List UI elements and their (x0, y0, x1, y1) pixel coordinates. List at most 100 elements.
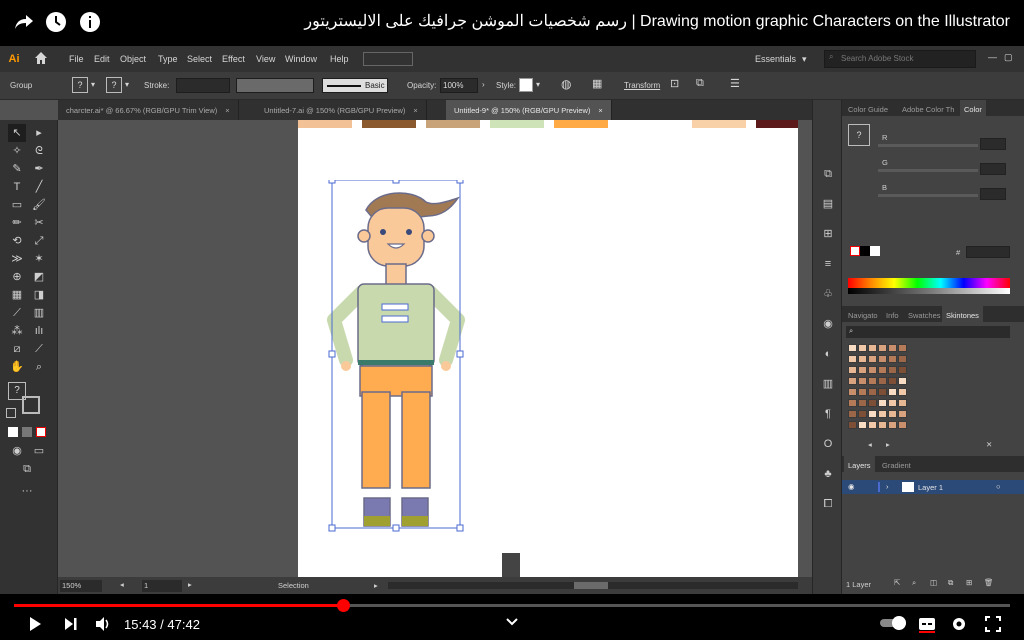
graph-tool-icon[interactable]: ▥ (30, 304, 48, 322)
paragraph-icon[interactable]: ▥ (820, 376, 836, 392)
properties-icon[interactable]: ⧉ (820, 166, 836, 182)
skintone-swatch[interactable] (868, 399, 877, 407)
pencil-tool-icon[interactable]: ✏ (8, 214, 26, 232)
default-colors-icon[interactable] (6, 408, 16, 418)
red-value[interactable] (980, 138, 1006, 150)
skintone-swatch[interactable] (888, 399, 897, 407)
tab-adobe-color-themes[interactable]: Adobe Color Th (898, 100, 958, 116)
panel-menu-icon[interactable]: ☰ (730, 77, 740, 90)
skintone-swatch[interactable] (848, 377, 857, 385)
skintone-swatch[interactable] (888, 355, 897, 363)
fill-swatch[interactable]: ? (72, 77, 88, 93)
skintone-swatch[interactable] (868, 410, 877, 418)
width-tool-icon[interactable]: ≫ (8, 250, 26, 268)
live-paint-tool-icon[interactable]: ◩ (30, 268, 48, 286)
gradient-mode-icon[interactable] (22, 427, 32, 437)
skintone-swatch[interactable] (888, 388, 897, 396)
close-icon[interactable]: × (225, 106, 229, 115)
scale-tool-icon[interactable]: ⤢ (30, 232, 48, 250)
skintone-swatch[interactable] (898, 344, 907, 352)
shape-builder-tool-icon[interactable]: ⊕ (8, 268, 26, 286)
next-icon[interactable] (62, 615, 80, 633)
line-tool-icon[interactable]: ╱ (30, 178, 48, 196)
skintone-swatch[interactable] (858, 399, 867, 407)
scissors-tool-icon[interactable]: ✂ (30, 214, 48, 232)
menu-edit[interactable]: Edit (94, 54, 110, 64)
skintone-swatch[interactable] (898, 388, 907, 396)
scrubber-handle[interactable] (337, 599, 350, 612)
opentype-icon[interactable]: O (820, 436, 836, 452)
green-slider[interactable] (878, 169, 978, 172)
swatch-search-field[interactable]: ⌕ (846, 326, 1010, 338)
new-sublayer-icon[interactable]: ⧉ (948, 578, 953, 588)
transform-icon[interactable]: ⊞ (820, 226, 836, 242)
skintone-swatch[interactable] (888, 366, 897, 374)
close-icon[interactable]: × (598, 106, 602, 115)
watch-later-icon[interactable] (44, 10, 68, 34)
none-mode-icon[interactable] (36, 427, 46, 437)
menu-view[interactable]: View (256, 54, 275, 64)
blue-value[interactable] (980, 188, 1006, 200)
change-screen-icon[interactable]: ⧉ (18, 460, 36, 478)
menu-help[interactable]: Help (330, 54, 349, 64)
menu-type[interactable]: Type (158, 54, 178, 64)
skintone-swatch[interactable] (848, 399, 857, 407)
selection-tool-icon[interactable]: ↖ (8, 124, 26, 142)
puppet-warp-tool-icon[interactable]: ✶ (30, 250, 48, 268)
skintone-swatch[interactable] (858, 388, 867, 396)
skintone-swatch[interactable] (868, 366, 877, 374)
tab-gradient[interactable]: Gradient (878, 456, 915, 472)
maximize-icon[interactable]: ▢ (1004, 52, 1013, 63)
skintone-swatch[interactable] (898, 366, 907, 374)
tab-swatches[interactable]: Swatches (904, 306, 945, 322)
home-icon[interactable] (34, 51, 48, 65)
rotate-tool-icon[interactable]: ⟲ (8, 232, 26, 250)
settings-icon[interactable] (950, 615, 968, 633)
play-icon[interactable] (26, 615, 44, 633)
tab-color-guide[interactable]: Color Guide (844, 100, 892, 116)
swatch-options-icon[interactable]: ✕ (986, 440, 992, 449)
character-illustration[interactable] (316, 180, 476, 577)
info-icon[interactable] (78, 10, 102, 34)
red-slider[interactable] (878, 144, 978, 147)
menu-window[interactable]: Window (285, 54, 317, 64)
skintone-swatch[interactable] (868, 388, 877, 396)
locate-object-icon[interactable]: ⌕ (912, 578, 916, 588)
chevron-right-icon[interactable]: ▸ (374, 581, 378, 590)
tab-navigator[interactable]: Navigato (844, 306, 882, 322)
tab-color[interactable]: Color (960, 100, 986, 116)
skintone-swatch[interactable] (878, 388, 887, 396)
skintone-swatch[interactable] (848, 344, 857, 352)
transform-link[interactable]: Transform (624, 81, 660, 90)
isolate-icon[interactable]: ⊡ (670, 77, 679, 90)
skintone-swatch[interactable] (848, 410, 857, 418)
character-icon[interactable]: ¶ (820, 406, 836, 422)
skintone-swatch[interactable] (868, 344, 877, 352)
magic-wand-tool-icon[interactable]: ✧ (8, 142, 26, 160)
workspace-switcher[interactable]: Essentials (755, 54, 796, 64)
skintone-swatch[interactable] (858, 366, 867, 374)
layer-row[interactable]: ◉ › Layer 1 ○ (842, 480, 1024, 494)
skintone-swatch[interactable] (848, 388, 857, 396)
tab-untitled-7[interactable]: Untitled-7.ai @ 150% (RGB/GPU Preview) × (256, 100, 427, 120)
artboard-nav-next-icon[interactable]: ▸ (188, 580, 192, 589)
libraries-icon[interactable]: ▤ (820, 196, 836, 212)
chevron-down-icon[interactable]: ▾ (536, 80, 540, 89)
stroke-weight-input[interactable] (176, 78, 230, 93)
menu-object[interactable]: Object (120, 54, 146, 64)
graphic-style-swatch[interactable] (519, 78, 533, 92)
canvas[interactable] (58, 120, 812, 577)
mesh-tool-icon[interactable]: ▦ (8, 286, 26, 304)
skintone-swatch[interactable] (888, 377, 897, 385)
scrollbar-thumb[interactable] (574, 582, 608, 589)
tab-layers[interactable]: Layers (844, 456, 875, 472)
color-spectrum[interactable] (848, 278, 1010, 294)
rectangle-tool-icon[interactable]: ▭ (8, 196, 26, 214)
chevron-down-icon[interactable]: ▾ (91, 80, 95, 89)
asset-export-icon[interactable]: ⧠ (820, 496, 836, 512)
chevron-right-icon[interactable]: › (886, 482, 889, 491)
tab-charcter[interactable]: charcter.ai* @ 66.67% (RGB/GPU Trim View… (58, 100, 239, 120)
zoom-tool-icon[interactable]: ⌕ (30, 358, 48, 376)
skintone-swatch[interactable] (878, 410, 887, 418)
appearance-icon[interactable]: ◉ (820, 316, 836, 332)
